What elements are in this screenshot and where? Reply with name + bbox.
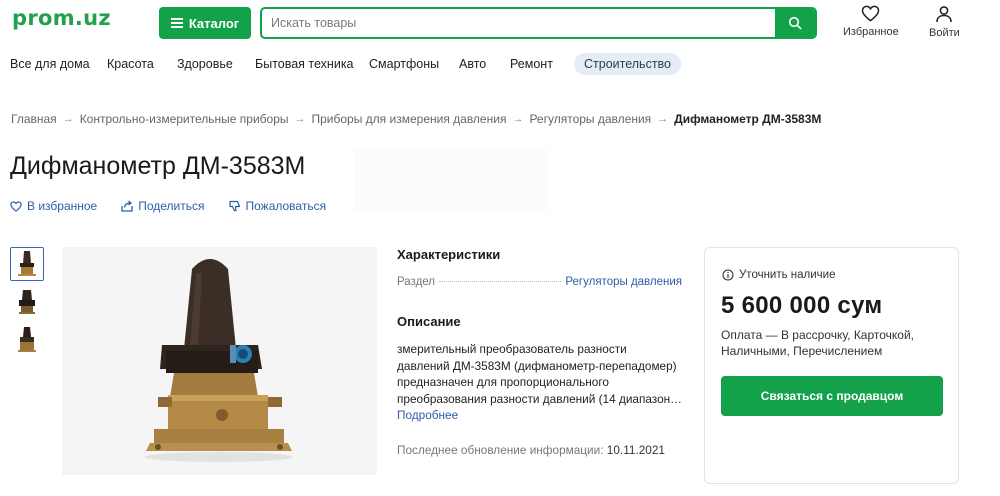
favorites-label: Избранное xyxy=(843,26,899,38)
search-icon xyxy=(788,16,802,30)
description-text: змерительный преобразователь разности да… xyxy=(397,342,682,406)
spec-key: Раздел xyxy=(397,276,436,288)
page-title: Дифманометр ДМ-3583М xyxy=(10,152,306,180)
main-product-image[interactable] xyxy=(62,247,377,475)
availability-label: Уточнить наличие xyxy=(739,269,836,281)
last-updated-label: Последнее обновление информации: xyxy=(397,443,604,457)
category-link[interactable]: Красота xyxy=(107,53,154,75)
catalog-button[interactable]: Каталог xyxy=(159,7,251,39)
info-icon xyxy=(722,269,734,281)
favorites-link[interactable]: Избранное xyxy=(843,5,899,38)
characteristics-heading: Характеристики xyxy=(397,247,501,262)
report-link[interactable]: Пожаловаться xyxy=(228,199,327,213)
search-input[interactable] xyxy=(262,9,775,37)
header: prom.uz Каталог Избранное Войти xyxy=(0,0,1000,48)
category-link[interactable]: Все для дома xyxy=(10,53,90,75)
category-link-active[interactable]: Строительство xyxy=(574,53,681,75)
contact-seller-button[interactable]: Связаться с продавцом xyxy=(721,376,943,416)
product-actions: В избранное Поделиться Пожаловаться xyxy=(10,199,326,213)
category-link[interactable]: Бытовая техника xyxy=(255,53,354,75)
breadcrumb-link[interactable]: Главная xyxy=(11,112,57,126)
differential-gauge-image xyxy=(62,247,377,475)
report-label: Пожаловаться xyxy=(245,199,327,213)
category-link[interactable]: Авто xyxy=(459,53,486,75)
thumbnail-list xyxy=(10,247,46,361)
arrow-right-icon: → xyxy=(294,113,306,125)
login-label: Войти xyxy=(929,27,960,39)
breadcrumb: Главная → Контрольно-измерительные прибо… xyxy=(11,112,821,126)
last-updated: Последнее обновление информации: 10.11.2… xyxy=(397,443,682,457)
product-thumbnail[interactable] xyxy=(10,323,44,357)
share-icon xyxy=(121,200,133,212)
spec-value-link[interactable]: Регуляторы давления xyxy=(565,276,682,288)
payment-methods: Оплата — В рассрочку, Карточкой, Наличны… xyxy=(721,328,915,358)
category-link[interactable]: Смартфоны xyxy=(369,53,439,75)
search-button[interactable] xyxy=(775,9,815,37)
search-bar xyxy=(260,7,817,39)
arrow-right-icon: → xyxy=(657,113,669,125)
availability-info[interactable]: Уточнить наличие xyxy=(722,269,836,281)
offer-card: Уточнить наличие 5 600 000 сум Оплата — … xyxy=(704,247,959,484)
share-label: Поделиться xyxy=(138,199,205,213)
category-link[interactable]: Здоровье xyxy=(177,53,233,75)
arrow-right-icon: → xyxy=(512,113,524,125)
category-nav: Все для дома Красота Здоровье Бытовая те… xyxy=(0,50,1000,76)
gauge-thumb-image xyxy=(18,327,36,352)
product-thumbnail[interactable] xyxy=(10,285,44,319)
product-details: Характеристики Раздел Регуляторы давлени… xyxy=(397,247,682,457)
gauge-thumb-image xyxy=(18,251,36,276)
dotted-divider xyxy=(439,281,562,282)
read-more-link[interactable]: Подробнее xyxy=(397,408,682,422)
spec-row: Раздел Регуляторы давления xyxy=(397,276,682,288)
add-to-favorites-label: В избранное xyxy=(27,199,98,213)
breadcrumb-current: Дифманометр ДМ-3583М xyxy=(674,112,822,126)
breadcrumb-link[interactable]: Приборы для измерения давления xyxy=(312,112,507,126)
ad-placeholder xyxy=(354,148,548,212)
menu-icon xyxy=(170,18,183,28)
share-link[interactable]: Поделиться xyxy=(121,199,205,213)
add-to-favorites-link[interactable]: В избранное xyxy=(10,199,97,213)
heart-icon xyxy=(862,5,880,22)
breadcrumb-link[interactable]: Контрольно-измерительные приборы xyxy=(80,112,289,126)
product-thumbnail[interactable] xyxy=(10,247,44,281)
user-icon xyxy=(936,6,953,23)
catalog-button-label: Каталог xyxy=(188,15,240,31)
gauge-thumb-image xyxy=(19,290,35,314)
heart-icon xyxy=(10,200,22,212)
last-updated-date: 10.11.2021 xyxy=(606,443,665,457)
breadcrumb-link[interactable]: Регуляторы давления xyxy=(529,112,651,126)
product-price: 5 600 000 сум xyxy=(721,292,883,319)
arrow-right-icon: → xyxy=(62,113,74,125)
login-link[interactable]: Войти xyxy=(929,5,960,39)
site-logo[interactable]: prom.uz xyxy=(12,6,111,30)
description-heading: Описание xyxy=(397,314,461,329)
thumbs-down-icon xyxy=(228,200,240,212)
category-link[interactable]: Ремонт xyxy=(510,53,553,75)
